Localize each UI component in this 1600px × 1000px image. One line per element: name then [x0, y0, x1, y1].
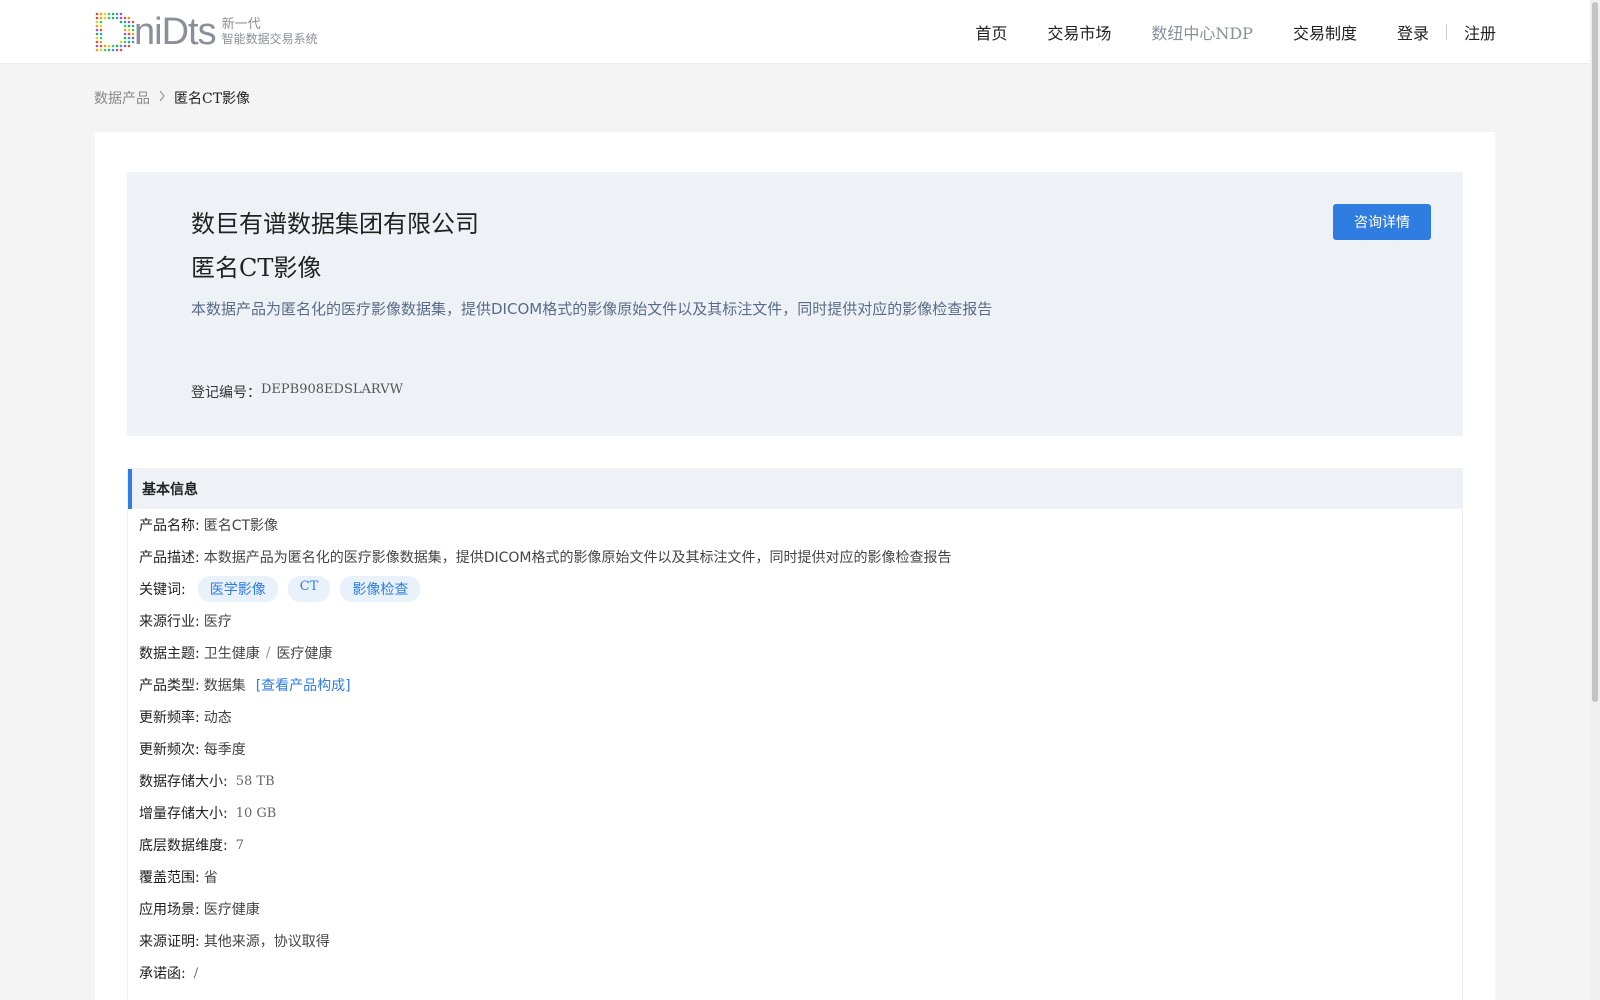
field-value: 数据集 — [203, 678, 246, 694]
chevron-right-icon — [158, 90, 166, 106]
field-value: 省 — [203, 870, 218, 886]
info-row-letter: 承诺函: / — [139, 957, 1462, 989]
field-value: 医疗健康 — [276, 646, 333, 662]
theme-separator: / — [265, 645, 271, 661]
field-label: 数据主题: — [139, 646, 200, 662]
logo-dots-icon — [94, 11, 140, 53]
page-scrollbar[interactable] — [1590, 0, 1600, 1000]
nav-home[interactable]: 首页 — [975, 20, 1007, 44]
field-label: 关键词: — [139, 582, 186, 598]
info-row-industry: 来源行业: 医疗 — [139, 605, 1462, 637]
field-value: 匿名CT影像 — [203, 518, 279, 534]
product-title: 匿名CT影像 — [191, 254, 322, 282]
login-link[interactable]: 登录 — [1397, 20, 1429, 44]
info-row-coverage: 覆盖范围: 省 — [139, 861, 1462, 893]
register-link[interactable]: 注册 — [1464, 20, 1496, 44]
info-row-type: 产品类型: 数据集 [查看产品构成] — [139, 669, 1462, 701]
nav-rules[interactable]: 交易制度 — [1293, 20, 1357, 44]
info-row-update-freq: 更新频率: 动态 — [139, 701, 1462, 733]
field-value: 其他来源，协议取得 — [203, 934, 330, 950]
field-label: 产品名称: — [139, 518, 200, 534]
logo-tagline: 新一代 智能数据交易系统 — [222, 17, 318, 47]
registration-number: 登记编号： DEPB908EDSLARVW — [191, 382, 403, 402]
field-label: 更新频率: — [139, 710, 200, 726]
field-value: 卫生健康 — [203, 646, 260, 662]
basic-info-section: 基本信息 产品名称: 匿名CT影像 产品描述: 本数据产品为匿名化的医疗影像数据… — [127, 468, 1463, 1000]
field-label: 更新频次: — [139, 742, 200, 758]
keyword-tag[interactable]: 医学影像 — [197, 576, 278, 602]
field-value: 本数据产品为匿名化的医疗影像数据集，提供DICOM格式的影像原始文件以及其标注文… — [203, 550, 952, 566]
field-value: 医疗健康 — [203, 902, 260, 918]
field-label: 来源行业: — [139, 614, 200, 630]
site-logo[interactable]: niDts 新一代 智能数据交易系统 — [94, 10, 318, 54]
info-row-dimensions: 底层数据维度: 7 — [139, 829, 1462, 861]
info-row-scenario: 应用场景: 医疗健康 — [139, 893, 1462, 925]
product-detail-card: 数巨有谱数据集团有限公司 匿名CT影像 本数据产品为匿名化的医疗影像数据集，提供… — [95, 132, 1495, 1000]
info-list: 产品名称: 匿名CT影像 产品描述: 本数据产品为匿名化的医疗影像数据集，提供D… — [128, 509, 1462, 989]
logo-wordmark: niDts — [134, 11, 217, 53]
product-hero: 数巨有谱数据集团有限公司 匿名CT影像 本数据产品为匿名化的医疗影像数据集，提供… — [127, 172, 1463, 436]
nav-market[interactable]: 交易市场 — [1047, 20, 1111, 44]
info-row-product-desc: 产品描述: 本数据产品为匿名化的医疗影像数据集，提供DICOM格式的影像原始文件… — [139, 541, 1462, 573]
top-header: niDts 新一代 智能数据交易系统 首页 交易市场 数纽中心NDP 交易制度 … — [0, 0, 1600, 64]
field-label: 产品类型: — [139, 678, 200, 694]
company-name: 数巨有谱数据集团有限公司 — [191, 210, 479, 238]
field-value: 医疗 — [203, 614, 232, 630]
registration-value: DEPB908EDSLARVW — [261, 382, 403, 397]
scrollbar-thumb[interactable] — [1592, 2, 1598, 702]
view-composition-link[interactable]: [查看产品构成] — [256, 675, 351, 695]
info-row-source: 来源证明: 其他来源，协议取得 — [139, 925, 1462, 957]
breadcrumb-data-products[interactable]: 数据产品 — [94, 88, 150, 108]
info-row-theme: 数据主题: 卫生健康 / 医疗健康 — [139, 637, 1462, 669]
field-value: 58 TB — [235, 773, 275, 789]
info-row-keywords: 关键词: 医学影像 CT 影像检查 — [139, 573, 1462, 605]
breadcrumb-current: 匿名CT影像 — [174, 91, 251, 107]
breadcrumb: 数据产品 匿名CT影像 — [94, 88, 250, 108]
field-label: 应用场景: — [139, 902, 200, 918]
field-label: 产品描述: — [139, 550, 200, 566]
info-row-incremental: 增量存储大小: 10 GB — [139, 797, 1462, 829]
logo-tagline-line2: 智能数据交易系统 — [221, 32, 318, 46]
field-value: 10 GB — [235, 805, 277, 821]
field-label: 底层数据维度: — [139, 838, 228, 854]
field-label: 增量存储大小: — [139, 806, 228, 822]
nav-ndp[interactable]: 数纽中心NDP — [1151, 20, 1253, 44]
product-summary: 本数据产品为匿名化的医疗影像数据集，提供DICOM格式的影像原始文件以及其标注文… — [191, 300, 993, 318]
keyword-tags: 医学影像 CT 影像检查 — [188, 576, 421, 602]
keyword-tag[interactable]: 影像检查 — [340, 576, 421, 602]
field-value: 每季度 — [203, 742, 246, 758]
field-value: 动态 — [203, 710, 232, 726]
keyword-tag[interactable]: CT — [287, 576, 331, 602]
main-nav: 首页 交易市场 数纽中心NDP 交易制度 登录 注册 — [935, 0, 1496, 64]
nav-divider — [1445, 24, 1447, 40]
field-label: 覆盖范围: — [139, 870, 200, 886]
info-row-product-name: 产品名称: 匿名CT影像 — [139, 509, 1462, 541]
logo-tagline-line1: 新一代 — [221, 17, 261, 32]
consult-details-button[interactable]: 咨询详情 — [1333, 204, 1431, 240]
field-label: 数据存储大小: — [139, 774, 228, 790]
field-label: 来源证明: — [139, 934, 200, 950]
field-value: / — [193, 965, 199, 981]
section-heading: 基本信息 — [128, 469, 1462, 509]
info-row-storage: 数据存储大小: 58 TB — [139, 765, 1462, 797]
registration-label: 登记编号： — [191, 385, 261, 401]
field-label: 承诺函: — [139, 966, 186, 982]
info-row-update-period: 更新频次: 每季度 — [139, 733, 1462, 765]
field-value: 7 — [235, 837, 244, 853]
